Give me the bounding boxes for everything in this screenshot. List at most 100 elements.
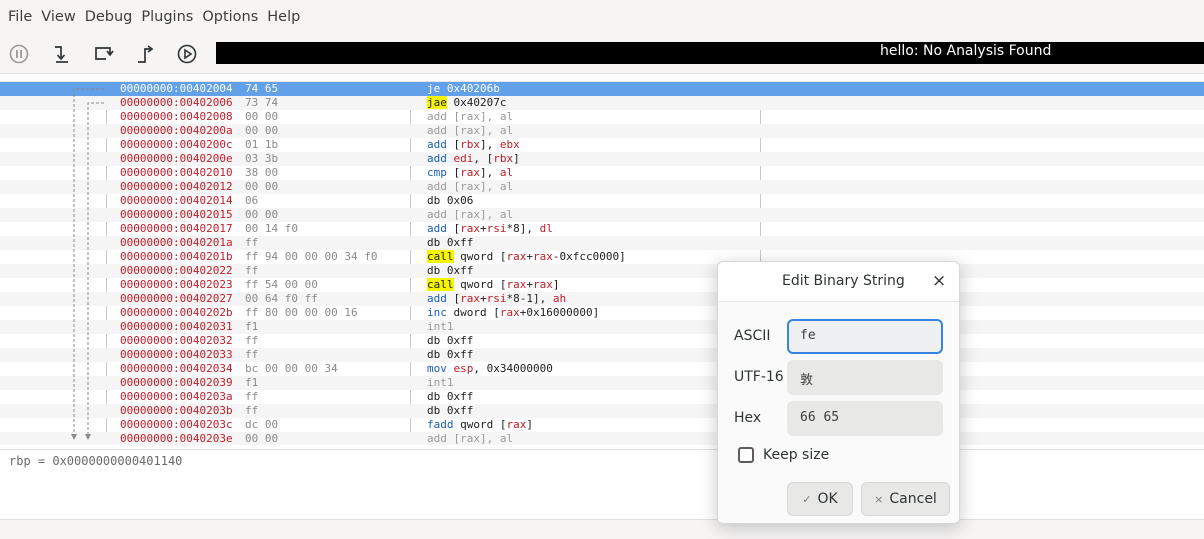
disasm-row[interactable]: 00000000:00402027 00 64 f0 ff add [rax+rsi… — [0, 292, 1204, 306]
menu-debug[interactable]: Debug — [85, 9, 133, 25]
operand: rax — [460, 166, 480, 179]
operand: ah — [552, 292, 567, 305]
mnemonic: add — [427, 110, 447, 123]
bytes-cell: 00 00 — [245, 432, 279, 445]
cancel-button[interactable]: × Cancel — [861, 482, 950, 516]
mnemonic: jae — [427, 96, 447, 109]
disasm-row[interactable]: 00000000:00402015 00 00 add [rax], al — [0, 208, 1204, 222]
register-rbp[interactable]: rbp = 0x0000000000401140 — [9, 454, 182, 468]
instruction-cell: add edi, [rbx] — [427, 152, 520, 166]
disasm-row[interactable]: 00000000:00402023 ff 54 00 00 call qword [… — [0, 278, 1204, 292]
mnemonic: db — [427, 334, 441, 347]
operand: rax — [506, 278, 527, 291]
disasm-row[interactable]: 00000000:0040201b ff 94 00 00 00 34 f0 cal… — [0, 250, 1204, 264]
ascii-input[interactable]: fe — [787, 319, 943, 354]
disasm-row[interactable]: 00000000:00402004 74 65 je 0x40206b — [0, 82, 1204, 96]
address-cell: 00000000:00402027 — [120, 292, 233, 305]
mnemonic: db — [427, 404, 441, 417]
disasm-row[interactable]: 00000000:00402033 ff db 0xff — [0, 348, 1204, 362]
operand: rax — [499, 306, 520, 319]
pause-button[interactable] — [5, 40, 33, 68]
disasm-row[interactable]: 00000000:00402006 73 74 jae 0x40207c — [0, 96, 1204, 110]
instruction-cell: int1 — [427, 376, 454, 390]
bytes-cell: f1 — [245, 376, 259, 389]
disasm-row[interactable]: 00000000:0040202b ff 80 00 00 00 16 inc dw… — [0, 306, 1204, 320]
utf16-label: UTF-16 — [734, 369, 784, 385]
mnemonic: db — [427, 264, 441, 277]
mnemonic: inc — [427, 306, 447, 319]
disassembly-view[interactable]: 00000000:00402004 74 65 je 0x40206b 0000000… — [0, 81, 1204, 445]
operand: 0xff — [446, 348, 474, 361]
disasm-row[interactable]: 00000000:0040203c dc 00 fadd qword [rax] — [0, 418, 1204, 432]
pause-icon — [9, 44, 29, 64]
instruction-cell: add [rax], al — [427, 124, 513, 138]
instruction-cell: fadd qword [rax] — [427, 418, 533, 432]
step-into-button[interactable] — [47, 40, 75, 68]
instruction-cell: db 0xff — [427, 264, 473, 278]
utf16-input[interactable]: 敦 — [787, 360, 943, 395]
instruction-cell: db 0xff — [427, 390, 473, 404]
operand: rax — [460, 222, 480, 235]
disasm-row[interactable]: 00000000:00402022 ff db 0xff — [0, 264, 1204, 278]
mnemonic: int1 — [427, 320, 454, 333]
menu-options[interactable]: Options — [202, 9, 258, 25]
disasm-row[interactable]: 00000000:0040200e 03 3b add edi, [rbx] — [0, 152, 1204, 166]
bytes-cell: 74 65 — [245, 82, 279, 95]
disasm-row[interactable]: 00000000:00402014 06 db 0x06 — [0, 194, 1204, 208]
ok-label: OK — [817, 491, 838, 507]
disasm-row[interactable]: 00000000:00402032 ff db 0xff — [0, 334, 1204, 348]
disasm-row[interactable]: 00000000:0040200a 00 00 add [rax], al — [0, 124, 1204, 138]
disasm-row[interactable]: 00000000:0040203e 00 00 add [rax], al — [0, 432, 1204, 445]
address-cell: 00000000:0040203e — [120, 432, 233, 445]
run-button[interactable] — [173, 40, 201, 68]
disasm-row[interactable]: 00000000:00402039 f1 int1 — [0, 376, 1204, 390]
disasm-row[interactable]: 00000000:00402008 00 00 add [rax], al — [0, 110, 1204, 124]
operand: ], — [480, 166, 500, 179]
operand: ebx — [499, 138, 520, 151]
operand: [rax], al — [453, 124, 514, 137]
mnemonic: add — [427, 138, 447, 151]
ok-button[interactable]: ✓ OK — [787, 482, 853, 516]
keep-size-label[interactable]: Keep size — [763, 447, 829, 463]
operand: +0x16000000] — [519, 306, 600, 319]
step-over-button[interactable] — [89, 40, 117, 68]
instruction-cell: db 0xff — [427, 348, 473, 362]
bytes-cell: ff — [245, 264, 259, 277]
step-out-button[interactable] — [131, 40, 159, 68]
keep-size-checkbox[interactable] — [738, 447, 754, 463]
toolbar: hello: No Analysis Found — [0, 34, 1204, 74]
menu-plugins[interactable]: Plugins — [141, 9, 193, 25]
menu-help[interactable]: Help — [267, 9, 300, 25]
operand: rax — [506, 418, 527, 431]
instruction-cell: jae 0x40207c — [427, 96, 506, 110]
disasm-row[interactable]: 00000000:00402031 f1 int1 — [0, 320, 1204, 334]
disasm-row[interactable]: 00000000:0040203a ff db 0xff — [0, 390, 1204, 404]
dialog-header: Edit Binary String × — [718, 262, 959, 302]
close-icon[interactable]: × — [932, 272, 946, 290]
address-cell: 00000000:0040200e — [120, 152, 233, 165]
disasm-row[interactable]: 00000000:00402017 00 14 f0 add [rax+rsi*8]… — [0, 222, 1204, 236]
menu-bar: File View Debug Plugins Options Help — [0, 0, 1204, 34]
mnemonic: db — [427, 236, 441, 249]
bytes-cell: f1 — [245, 320, 259, 333]
operand: edi — [453, 152, 474, 165]
menu-view[interactable]: View — [41, 9, 75, 25]
hex-input[interactable]: 66 65 — [787, 401, 943, 436]
bytes-cell: ff — [245, 236, 259, 249]
disasm-row[interactable]: 00000000:0040203b ff db 0xff — [0, 404, 1204, 418]
instruction-cell: call qword [rax+rax-0xfcc0000] — [427, 250, 626, 264]
instruction-cell: add [rbx], ebx — [427, 138, 520, 152]
disasm-row[interactable]: 00000000:00402034 bc 00 00 00 34 mov esp, … — [0, 362, 1204, 376]
operand: rsi — [486, 222, 507, 235]
disasm-row[interactable]: 00000000:0040200c 01 1b add [rbx], ebx — [0, 138, 1204, 152]
mnemonic: add — [427, 180, 447, 193]
menu-file[interactable]: File — [8, 9, 32, 25]
disasm-row[interactable]: 00000000:00402010 38 00 cmp [rax], al — [0, 166, 1204, 180]
bytes-cell: 00 00 — [245, 180, 279, 193]
disasm-row[interactable]: 00000000:0040201a ff db 0xff — [0, 236, 1204, 250]
address-cell: 00000000:0040200a — [120, 124, 233, 137]
mnemonic: add — [427, 222, 447, 235]
disasm-row[interactable]: 00000000:00402012 00 00 add [rax], al — [0, 180, 1204, 194]
bytes-cell: bc 00 00 00 34 — [245, 362, 338, 375]
operand: 0x40206b — [446, 82, 500, 95]
